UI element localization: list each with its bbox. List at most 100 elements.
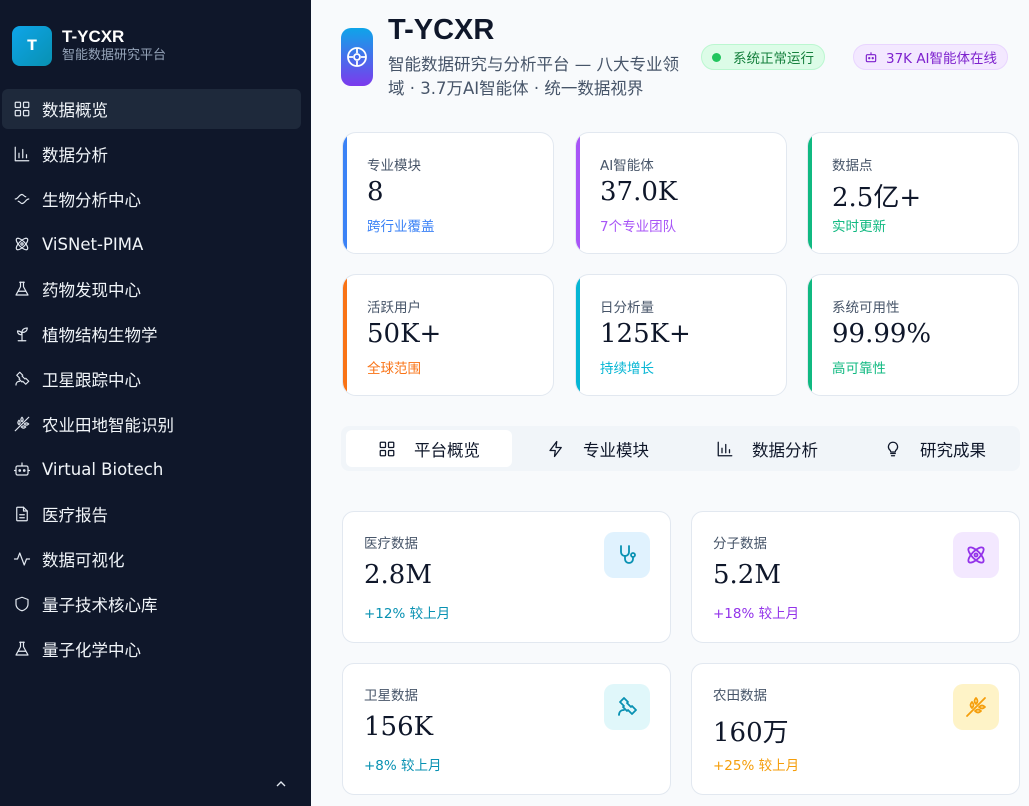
card-value: 5.2M	[713, 560, 781, 590]
card-label: 分子数据	[713, 536, 767, 552]
tab-label: 平台概览	[414, 440, 480, 460]
sidebar-item-label: 量子技术核心库	[42, 596, 158, 615]
chevron-up-icon	[276, 781, 286, 787]
card-value: 156K	[364, 712, 434, 742]
data-card-farmland: 农田数据 160万 +25% 较上月	[691, 663, 1020, 795]
grid-icon	[379, 441, 395, 456]
sidebar-item-drug-discovery[interactable]: 药物发现中心	[2, 269, 301, 309]
dna-icon	[12, 189, 32, 209]
sidebar-item-farmland-recognition[interactable]: 农业田地智能识别	[2, 404, 301, 444]
stat-label: 数据点	[832, 158, 873, 174]
stat-card-modules: 专业模块 8 跨行业覆盖	[342, 132, 554, 254]
stat-value: 37.0K	[600, 177, 678, 207]
sidebar-item-quantum-core[interactable]: 量子技术核心库	[2, 584, 301, 624]
stat-value: 8	[367, 177, 384, 207]
sidebar-item-label: 数据可视化	[42, 551, 125, 570]
card-label: 农田数据	[713, 688, 767, 704]
tab-label: 专业模块	[583, 440, 649, 460]
stat-sub: 跨行业覆盖	[367, 219, 435, 235]
card-value: 160万	[713, 718, 789, 748]
card-change: +18% 较上月	[713, 606, 800, 622]
brand: T T-YCXR 智能数据研究平台	[0, 0, 311, 72]
tab-professional-modules[interactable]: 专业模块	[515, 430, 681, 467]
stat-value: 125K+	[600, 319, 691, 349]
system-status-badge: 系统正常运行	[701, 44, 825, 70]
sidebar-item-data-overview[interactable]: 数据概览	[2, 89, 301, 129]
sidebar-nav: 数据概览 数据分析 生物分析中心 ViSNet-PIMA 药物发现中心 植物结构…	[0, 89, 311, 674]
brand-name: T-YCXR	[62, 27, 125, 46]
sidebar-item-quantum-chemistry[interactable]: 量子化学中心	[2, 629, 301, 669]
ai-online-text: 37K AI智能体在线	[886, 51, 998, 67]
tab-platform-overview[interactable]: 平台概览	[346, 430, 512, 467]
tab-research-results[interactable]: 研究成果	[852, 430, 1018, 467]
stat-card-data-points: 数据点 2.5亿+ 实时更新	[807, 132, 1019, 254]
sidebar-item-label: 植物结构生物学	[42, 326, 158, 345]
brand-logo: T	[12, 26, 52, 66]
stat-card-active-users: 活跃用户 50K+ 全球范围	[342, 274, 554, 396]
sidebar: T T-YCXR 智能数据研究平台 数据概览 数据分析 生物分析中心 ViSNe…	[0, 0, 311, 806]
sidebar-item-label: 量子化学中心	[42, 641, 141, 660]
stat-sub: 7个专业团队	[600, 219, 677, 235]
grid-icon	[12, 99, 32, 119]
tab-label: 研究成果	[920, 440, 986, 460]
data-card-medical: 医疗数据 2.8M +12% 较上月	[342, 511, 671, 643]
sidebar-item-data-visualization[interactable]: 数据可视化	[2, 539, 301, 579]
main-content: T-YCXR 智能数据研究与分析平台 — 八大专业领域 · 3.7万AI智能体 …	[311, 0, 1029, 806]
tab-data-analysis[interactable]: 数据分析	[684, 430, 850, 467]
activity-icon	[12, 549, 32, 569]
brand-subtitle: 智能数据研究平台	[62, 48, 167, 63]
sidebar-item-satellite-tracking[interactable]: 卫星跟踪中心	[2, 359, 301, 399]
sidebar-item-label: Virtual Biotech	[42, 459, 164, 479]
sidebar-item-medical-report[interactable]: 医疗报告	[2, 494, 301, 534]
sidebar-item-visnet-pima[interactable]: ViSNet-PIMA	[2, 224, 301, 264]
data-card-molecular: 分子数据 5.2M +18% 较上月	[691, 511, 1020, 643]
card-change: +8% 较上月	[364, 758, 442, 774]
page-title: T-YCXR	[388, 14, 495, 46]
sidebar-item-label: 药物发现中心	[42, 281, 141, 300]
sidebar-item-bio-analysis[interactable]: 生物分析中心	[2, 179, 301, 219]
flask-icon	[12, 279, 32, 299]
card-change: +12% 较上月	[364, 606, 451, 622]
status-dot-icon	[712, 52, 721, 62]
stat-value: 50K+	[367, 319, 442, 349]
platform-logo-icon	[341, 28, 373, 86]
stat-label: 活跃用户	[367, 300, 421, 316]
stethoscope-icon	[604, 532, 650, 578]
wheat-icon	[953, 684, 999, 730]
stat-label: AI智能体	[600, 158, 654, 174]
sidebar-item-label: 数据概览	[42, 101, 108, 120]
atom-icon	[953, 532, 999, 578]
sidebar-item-label: 生物分析中心	[42, 191, 141, 210]
sidebar-item-plant-structural-biology[interactable]: 植物结构生物学	[2, 314, 301, 354]
sidebar-item-virtual-biotech[interactable]: Virtual Biotech	[2, 449, 301, 489]
sidebar-item-data-analysis[interactable]: 数据分析	[2, 134, 301, 174]
atom-icon	[12, 234, 32, 254]
bot-icon	[865, 52, 877, 63]
sidebar-item-label: 数据分析	[42, 146, 108, 165]
zap-icon	[549, 440, 562, 457]
shield-icon	[12, 594, 32, 614]
ai-online-badge: 37K AI智能体在线	[853, 44, 1009, 70]
flask-icon	[12, 639, 32, 659]
data-card-satellite: 卫星数据 156K +8% 较上月	[342, 663, 671, 795]
system-status-text: 系统正常运行	[733, 51, 814, 67]
stat-label: 系统可用性	[832, 300, 900, 316]
stat-value: 2.5亿+	[832, 183, 922, 213]
tab-bar: 平台概览 专业模块 数据分析 研究成果	[341, 426, 1020, 471]
stat-sub: 实时更新	[832, 219, 886, 235]
tab-label: 数据分析	[752, 440, 818, 460]
document-icon	[12, 504, 32, 524]
collapse-sidebar-button[interactable]	[270, 774, 292, 794]
bar-chart-icon	[717, 441, 733, 456]
stat-sub: 全球范围	[367, 361, 421, 377]
card-label: 卫星数据	[364, 688, 418, 704]
sidebar-item-label: 农业田地智能识别	[42, 416, 174, 435]
stat-label: 专业模块	[367, 158, 421, 174]
sprout-icon	[12, 324, 32, 344]
sidebar-item-label: 卫星跟踪中心	[42, 371, 141, 390]
bar-chart-icon	[12, 144, 32, 164]
stat-label: 日分析量	[600, 300, 654, 316]
wheat-icon	[12, 414, 32, 434]
stat-card-availability: 系统可用性 99.99% 高可靠性	[807, 274, 1019, 396]
sidebar-item-label: ViSNet-PIMA	[42, 234, 144, 254]
